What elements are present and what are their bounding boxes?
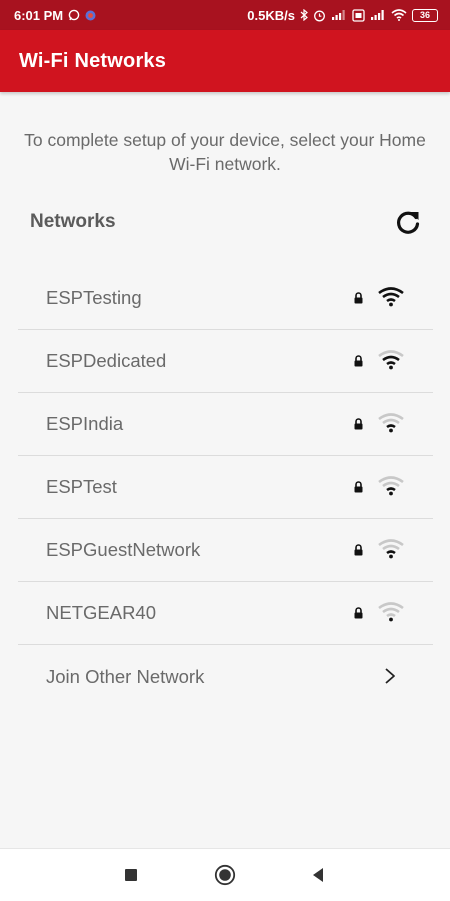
wifi-signal-icon (377, 474, 405, 501)
network-ssid: ESPTest (46, 476, 117, 497)
instructions-text: To complete setup of your device, select… (24, 130, 426, 174)
recents-button[interactable] (116, 865, 146, 885)
network-row-espindia[interactable]: ESPIndia (18, 393, 433, 456)
net-speed: 0.5KB/s (247, 7, 295, 23)
alarm-icon (313, 9, 326, 22)
refresh-button[interactable] (393, 207, 423, 237)
page-title: Wi-Fi Networks (19, 49, 167, 72)
wifi-signal-icon (377, 537, 405, 564)
signal-icon (370, 9, 386, 21)
network-row-esptesting[interactable]: ESPTesting (18, 267, 433, 330)
lock-icon (353, 606, 364, 624)
network-ssid: NETGEAR40 (46, 602, 157, 623)
network-ssid: ESPIndia (46, 413, 124, 434)
network-list: ESPTesting ESPDedicated ESPIndia ESPTest… (18, 267, 433, 708)
status-bar: 6:01 PM 0.5KB/s 36 (0, 0, 450, 30)
network-ssid: ESPDedicated (46, 350, 167, 371)
network-row-esptest[interactable]: ESPTest (18, 456, 433, 519)
app-notification-icon (85, 10, 96, 21)
wifi-signal-icon (377, 600, 405, 627)
app-bar: Wi-Fi Networks (0, 30, 450, 92)
wifi-signal-icon (377, 348, 405, 375)
networks-heading: Networks (30, 211, 116, 232)
recents-square-icon (125, 869, 137, 881)
back-button[interactable] (303, 865, 333, 885)
lock-icon (353, 480, 364, 498)
home-circle-icon (214, 864, 236, 886)
network-row-netgear40[interactable]: NETGEAR40 (18, 582, 433, 645)
sim-icon (352, 8, 365, 22)
system-nav-bar (0, 848, 450, 901)
wifi-icon (391, 9, 407, 21)
join-other-network-label: Join Other Network (46, 665, 205, 687)
network-row-espdedicated[interactable]: ESPDedicated (18, 330, 433, 393)
chevron-right-icon (383, 666, 397, 691)
network-ssid: ESPGuestNetwork (46, 539, 201, 560)
network-row-espguestnetwork[interactable]: ESPGuestNetwork (18, 519, 433, 582)
lock-icon (353, 291, 364, 309)
whatsapp-icon (68, 9, 80, 21)
bluetooth-icon (300, 9, 308, 21)
lock-icon (353, 354, 364, 372)
wifi-signal-icon (377, 285, 405, 312)
home-button[interactable] (210, 863, 240, 887)
network-ssid: ESPTesting (46, 287, 142, 308)
signal-icon (331, 9, 347, 21)
lock-icon (353, 417, 364, 435)
lock-icon (353, 543, 364, 561)
back-triangle-icon (313, 868, 323, 882)
refresh-icon (397, 211, 420, 234)
status-time: 6:01 PM (14, 7, 64, 23)
battery-icon: 36 (412, 8, 438, 22)
join-other-network-row[interactable]: Join Other Network (18, 645, 433, 708)
wifi-signal-icon (377, 411, 405, 438)
